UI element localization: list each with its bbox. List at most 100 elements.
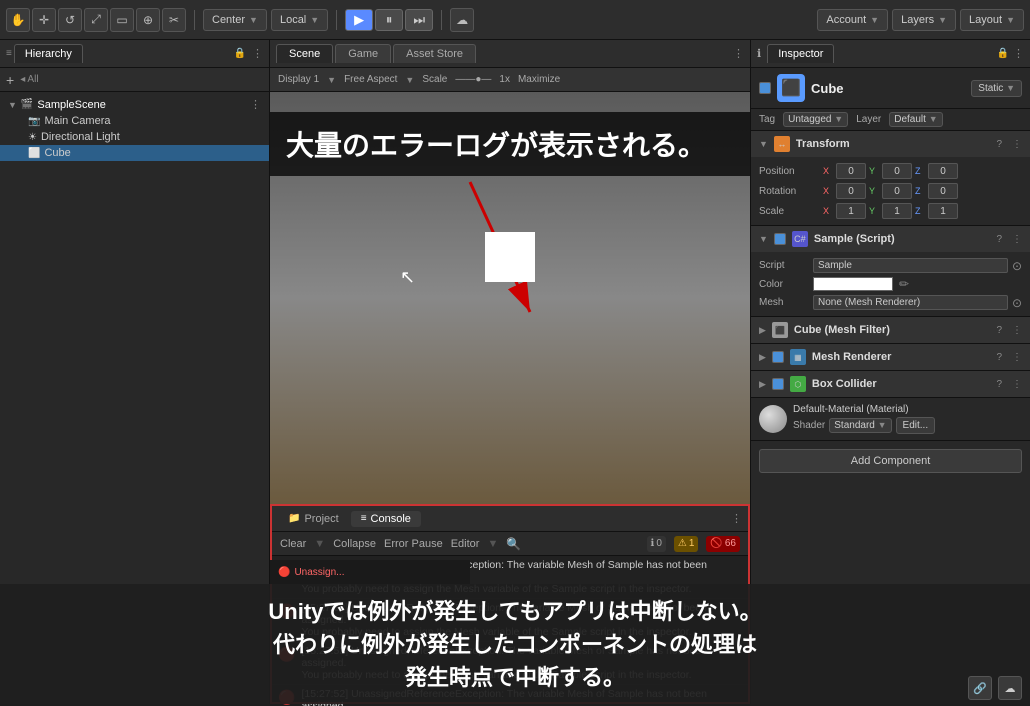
rotation-coords: X 0 Y 0 Z 0: [823, 183, 1022, 199]
mesh-filter-header[interactable]: ▶ ⬛ Cube (Mesh Filter) ? ⋮: [751, 317, 1030, 343]
active-checkbox[interactable]: [759, 82, 771, 94]
hierarchy-options-icon[interactable]: ⋮: [252, 47, 263, 60]
box-collider-checkbox[interactable]: [772, 378, 784, 390]
mesh-filter-more-icon[interactable]: ⋮: [1012, 325, 1022, 336]
error-icon: 🚫: [710, 538, 722, 549]
project-tab[interactable]: 📁 Project: [278, 511, 349, 527]
scene-root[interactable]: ▼ 🎬 SampleScene ⋮: [0, 96, 269, 113]
layer-dropdown[interactable]: Default ▼: [889, 112, 942, 127]
sample-script-header[interactable]: ▼ C# Sample (Script) ? ⋮: [751, 226, 1030, 252]
clear-button[interactable]: Clear: [280, 538, 306, 550]
static-button[interactable]: Static ▼: [971, 80, 1022, 97]
color-label: Color: [759, 279, 809, 290]
mesh-renderer-help-icon[interactable]: ?: [996, 352, 1002, 363]
center-options-icon[interactable]: ⋮: [733, 47, 744, 60]
edit-shader-button[interactable]: Edit...: [896, 417, 936, 434]
scl-y-val[interactable]: 1: [882, 203, 912, 219]
sample-icon: C#: [792, 231, 808, 247]
rot-x-val[interactable]: 0: [836, 183, 866, 199]
console-options-icon[interactable]: ⋮: [731, 512, 742, 525]
console-icon: ≡: [361, 513, 367, 524]
camera-icon: 📷: [28, 116, 40, 127]
rot-z-val[interactable]: 0: [928, 183, 958, 199]
sample-active-checkbox[interactable]: [774, 233, 786, 245]
pos-x-val[interactable]: 0: [836, 163, 866, 179]
hierarchy-cube[interactable]: ⬜ Cube: [0, 145, 269, 161]
color-swatch[interactable]: [813, 277, 893, 291]
rot-y-label: Y: [869, 186, 879, 196]
custom-tool[interactable]: ✂: [162, 8, 186, 32]
box-collider-help-icon[interactable]: ?: [996, 379, 1002, 390]
info-icon: ℹ: [651, 538, 655, 549]
mesh-label: Mesh: [759, 297, 809, 308]
collab-icon[interactable]: 🔗: [968, 676, 992, 700]
box-collider-more-icon[interactable]: ⋮: [1012, 379, 1022, 390]
editor-button[interactable]: Editor: [451, 538, 480, 550]
layout-dropdown[interactable]: Layout ▼: [960, 9, 1024, 31]
error-pause-button[interactable]: Error Pause: [384, 538, 443, 550]
add-component-button[interactable]: Add Component: [759, 449, 1022, 473]
rect-tool[interactable]: ▭: [110, 8, 134, 32]
tag-dropdown[interactable]: Untagged ▼: [783, 112, 848, 127]
transform-help-icon[interactable]: ?: [996, 139, 1002, 150]
mesh-filter-help-icon[interactable]: ?: [996, 325, 1002, 336]
play-button[interactable]: ▶: [345, 9, 373, 31]
scl-z-val[interactable]: 1: [928, 203, 958, 219]
mesh-filter-icon: ⬛: [772, 322, 788, 338]
hierarchy-dir-light[interactable]: ☀ Directional Light: [0, 129, 269, 145]
scale-label: Scale: [759, 206, 819, 217]
scale-label: Scale: [422, 74, 447, 85]
scene-view: 大量のエラーログが表示される。 ↖: [270, 92, 750, 504]
account-dropdown[interactable]: Account ▼: [817, 9, 888, 31]
mesh-target-icon[interactable]: ⊙: [1012, 296, 1022, 310]
box-collider-header[interactable]: ▶ ⬡ Box Collider ? ⋮: [751, 371, 1030, 397]
transform-tool[interactable]: ⊕: [136, 8, 160, 32]
layers-dropdown[interactable]: Layers ▼: [892, 9, 956, 31]
project-tab-label: Project: [304, 513, 338, 525]
tag-value: Untagged: [788, 114, 831, 125]
add-hierarchy-btn[interactable]: +: [6, 72, 14, 88]
shader-dropdown[interactable]: Standard ▼: [829, 418, 891, 433]
info-count: 0: [656, 538, 662, 549]
hierarchy-tab[interactable]: Hierarchy: [14, 44, 83, 63]
cloud-icon[interactable]: ☁: [450, 8, 474, 32]
main-camera-label: Main Camera: [44, 115, 110, 127]
sample-help-icon[interactable]: ?: [996, 234, 1002, 245]
transform-header[interactable]: ▼ ↔ Transform ? ⋮: [751, 131, 1030, 157]
script-target-icon[interactable]: ⊙: [1012, 259, 1022, 273]
scale-tool[interactable]: ⤢: [84, 8, 108, 32]
rot-y-val[interactable]: 0: [882, 183, 912, 199]
hand-tool[interactable]: ✋: [6, 8, 30, 32]
scene-tab-label: Scene: [289, 48, 320, 60]
mesh-renderer-header[interactable]: ▶ ▦ Mesh Renderer ? ⋮: [751, 344, 1030, 370]
transform-more-icon[interactable]: ⋮: [1012, 139, 1022, 150]
scale-slider-icon: ——●—: [455, 74, 491, 85]
error-status: 🔴 Unassign...: [278, 567, 344, 578]
local-dropdown[interactable]: Local ▼: [271, 9, 328, 31]
scene-tab[interactable]: Scene: [276, 44, 333, 63]
center-dropdown[interactable]: Center ▼: [203, 9, 267, 31]
scene-options-icon[interactable]: ⋮: [250, 98, 261, 111]
hierarchy-tab-bar: ≡ Hierarchy 🔒 ⋮: [0, 40, 269, 68]
move-tool[interactable]: ✛: [32, 8, 56, 32]
mesh-renderer-more-icon[interactable]: ⋮: [1012, 352, 1022, 363]
collapse-button[interactable]: Collapse: [333, 538, 376, 550]
game-tab[interactable]: Game: [335, 44, 391, 63]
pos-y-val[interactable]: 0: [882, 163, 912, 179]
mesh-renderer-checkbox[interactable]: [772, 351, 784, 363]
script-value: Sample: [813, 258, 1008, 273]
scl-x-val[interactable]: 1: [836, 203, 866, 219]
step-button[interactable]: ⏭: [405, 9, 433, 31]
inspector-tab[interactable]: Inspector: [767, 44, 834, 63]
rotate-tool[interactable]: ↺: [58, 8, 82, 32]
console-tab-item[interactable]: ≡ Console: [351, 511, 421, 527]
hierarchy-main-camera[interactable]: 📷 Main Camera: [0, 113, 269, 129]
japanese-text: 大量のエラーログが表示される。: [286, 130, 706, 161]
color-edit-icon[interactable]: ✏: [899, 277, 909, 291]
pos-z-val[interactable]: 0: [928, 163, 958, 179]
cloud-sync-icon[interactable]: ☁: [998, 676, 1022, 700]
asset-store-tab[interactable]: Asset Store: [393, 44, 476, 63]
sample-more-icon[interactable]: ⋮: [1012, 234, 1022, 245]
inspector-options-icon[interactable]: ⋮: [1013, 47, 1024, 60]
pause-button[interactable]: ⏸: [375, 9, 403, 31]
